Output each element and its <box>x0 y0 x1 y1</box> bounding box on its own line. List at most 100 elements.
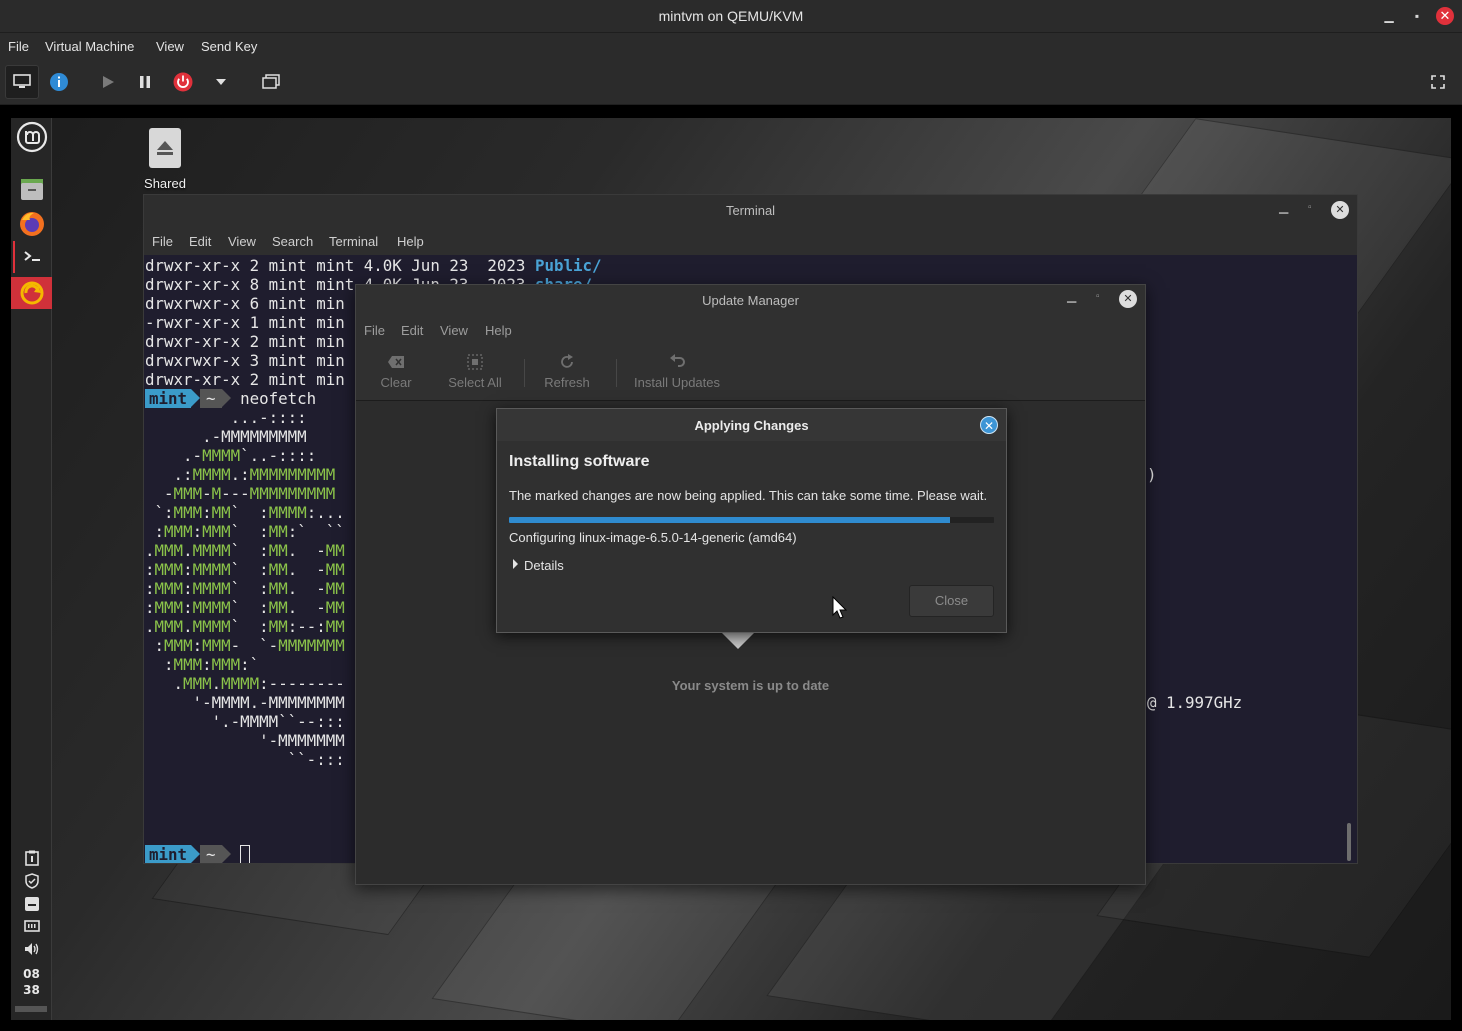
ascii-art-line: '-MMMMMMM <box>145 731 345 750</box>
details-expander[interactable]: Details <box>513 558 564 573</box>
progress-fill <box>509 517 951 523</box>
backspace-icon <box>388 356 404 368</box>
update-close-button[interactable]: ✕ <box>1119 290 1137 308</box>
terminal-line: drwxr-xr-x 2 mint min <box>145 332 345 351</box>
shutdown-button[interactable] <box>166 65 200 99</box>
terminal-menu-file[interactable]: File <box>152 234 173 249</box>
terminal-icon <box>21 247 44 267</box>
host-titlebar: mintvm on QEMU/KVM ▁ ▪ ✕ <box>0 0 1462 33</box>
update-menu-file[interactable]: File <box>364 323 385 338</box>
close-button[interactable]: ✕ <box>1436 7 1454 25</box>
terminal-title: Terminal <box>725 203 776 218</box>
menu-button[interactable] <box>13 121 50 153</box>
terminal-menu-terminal[interactable]: Terminal <box>329 234 378 249</box>
run-button[interactable] <box>91 65 125 99</box>
clipboard-tray[interactable] <box>13 847 50 869</box>
firefox-icon <box>19 212 44 236</box>
update-minimize-button[interactable]: ▁ <box>1067 289 1076 303</box>
update-manager-launcher[interactable] <box>11 277 52 309</box>
menu-file[interactable]: File <box>8 39 29 54</box>
update-menu-help[interactable]: Help <box>485 323 512 338</box>
files-launcher[interactable] <box>13 173 50 205</box>
clock[interactable]: 08 38 <box>11 966 52 998</box>
menu-send-key[interactable]: Send Key <box>201 39 257 54</box>
dialog-close-button[interactable]: Close <box>909 585 994 617</box>
clear-button[interactable]: Clear <box>380 353 412 390</box>
update-manager-toolbar: Clear Select All Refresh Install Updates <box>356 344 1145 401</box>
details-button[interactable] <box>42 65 76 99</box>
terminal-scrollbar[interactable] <box>1347 823 1351 861</box>
ascii-art-line: .MMM.MMMM` :MM:--:MM <box>145 617 345 636</box>
neofetch-info-fragment: ) <box>1147 465 1157 484</box>
desktop-icon-shared[interactable]: Shared <box>139 128 191 191</box>
firefox-launcher[interactable] <box>13 208 50 240</box>
text-cursor <box>240 845 251 863</box>
undo-arrow-icon <box>670 354 685 367</box>
shutdown-dropdown-button[interactable] <box>204 65 238 99</box>
ascii-art-line: ``-::: <box>145 750 345 769</box>
shield-icon <box>24 873 39 889</box>
mouse-pointer-icon <box>832 596 848 619</box>
mint-logo-icon <box>16 121 47 153</box>
ascii-art-line: :MMM:MMM` :MM:` `` <box>145 522 345 541</box>
dialog-titlebar[interactable]: Applying Changes ✕ <box>497 409 1006 441</box>
shield-tray[interactable] <box>13 870 50 892</box>
update-menu-view[interactable]: View <box>440 323 468 338</box>
terminal-menu-edit[interactable]: Edit <box>189 234 211 249</box>
terminal-line: drwxr-xr-x 2 mint mint 4.0K Jun 23 2023 … <box>145 256 602 275</box>
clock-hour: 08 <box>23 967 40 981</box>
refresh-button[interactable]: Refresh <box>542 353 592 390</box>
select-all-button[interactable]: Select All <box>446 353 504 390</box>
update-manager-titlebar[interactable]: Update Manager ▁ ▫ ✕ <box>356 285 1145 314</box>
clipboard-icon <box>24 850 39 866</box>
ascii-art-line: .-MMMM`..-:::: <box>145 446 317 465</box>
snapshots-button[interactable] <box>254 65 288 99</box>
terminal-menubar: File Edit View Search Terminal Help <box>144 226 1357 255</box>
terminal-line: drwxrwxr-x 3 mint min <box>145 351 345 370</box>
terminal-maximize-button[interactable]: ▫ <box>1308 202 1312 213</box>
fullscreen-button[interactable] <box>1421 65 1455 99</box>
play-icon <box>103 76 114 88</box>
dialog-message: The marked changes are now being applied… <box>509 488 988 503</box>
update-icon <box>20 281 43 305</box>
maximize-button[interactable]: ▪ <box>1408 7 1426 25</box>
pause-button[interactable] <box>128 65 162 99</box>
terminal-menu-view[interactable]: View <box>228 234 256 249</box>
install-updates-button[interactable]: Install Updates <box>630 353 724 390</box>
network-tray[interactable] <box>13 915 50 937</box>
terminal-minimize-button[interactable]: ▁ <box>1279 200 1288 214</box>
terminal-launcher[interactable] <box>13 241 50 273</box>
select-all-icon <box>467 354 483 370</box>
dropdown-icon <box>216 79 226 85</box>
refresh-label: Refresh <box>544 375 590 390</box>
ascii-art-line: '-MMMM.-MMMMMMMM <box>145 693 345 712</box>
update-maximize-button[interactable]: ▫ <box>1096 291 1100 302</box>
terminal-titlebar[interactable]: Terminal ▁ ▫ ✕ <box>144 195 1357 226</box>
screens-icon <box>262 74 280 89</box>
prompt-line: mint ~ <box>145 845 251 863</box>
menu-view[interactable]: View <box>156 39 184 54</box>
terminal-menu-help[interactable]: Help <box>397 234 424 249</box>
volume-tray[interactable] <box>13 938 50 960</box>
update-menu-edit[interactable]: Edit <box>401 323 423 338</box>
toolbar-separator <box>616 359 617 387</box>
taskbar-panel: 08 38 <box>11 118 52 1020</box>
terminal-menu-search[interactable]: Search <box>272 234 313 249</box>
desktop-icon-label: Shared <box>144 176 186 191</box>
show-desktop-button[interactable] <box>15 1006 47 1012</box>
toolbar-separator <box>524 359 525 387</box>
ascii-art-line: .:MMMM.:MMMMMMMMM <box>145 465 336 484</box>
dialog-close-icon[interactable]: ✕ <box>980 416 998 434</box>
updates-tray[interactable] <box>13 893 50 915</box>
menu-virtual-machine[interactable]: Virtual Machine <box>45 39 134 54</box>
applying-changes-dialog[interactable]: Applying Changes ✕ Installing software T… <box>496 408 1007 633</box>
clock-minute: 38 <box>23 983 40 997</box>
console-button[interactable] <box>5 65 39 99</box>
ascii-art-line: .MMM.MMMM` :MM. -MM <box>145 541 345 560</box>
minimize-button[interactable]: ▁ <box>1380 7 1398 25</box>
status-indicator <box>722 633 754 649</box>
terminal-close-button[interactable]: ✕ <box>1331 201 1349 219</box>
eject-drive-icon <box>149 128 181 168</box>
ascii-art-line: .MMM.MMMM:-------- <box>145 674 345 693</box>
ascii-art-line: :MMM:MMM- `-MMMMMMM <box>145 636 345 655</box>
